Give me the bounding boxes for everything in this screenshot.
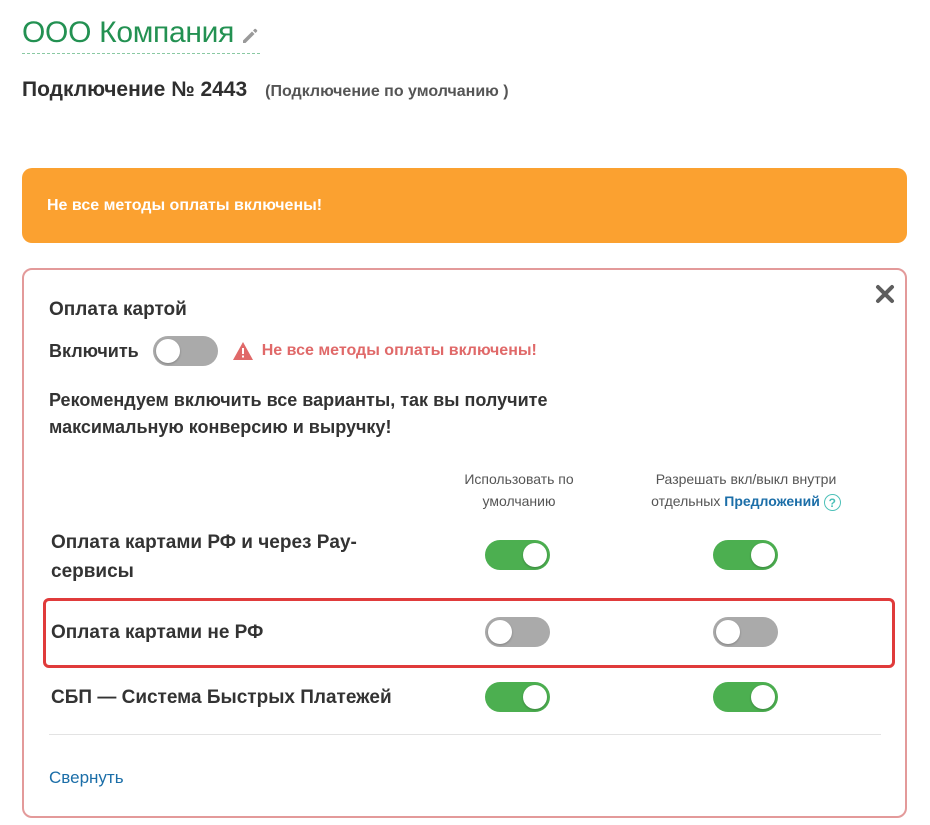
panel-title: Оплата картой — [49, 299, 187, 320]
use-default-toggle[interactable] — [485, 682, 550, 712]
collapse-link[interactable]: Свернуть — [49, 768, 124, 788]
inline-warning: Не все методы оплаты включены! — [232, 341, 537, 361]
method-label: Оплата картами РФ и через Pay-сервисы — [51, 532, 357, 582]
warning-banner-text: Не все методы оплаты включены! — [47, 196, 323, 214]
toggle-knob — [155, 339, 180, 363]
help-icon[interactable]: ? — [823, 493, 841, 511]
toggle-knob — [751, 685, 775, 709]
warning-banner: Не все методы оплаты включены! — [22, 168, 907, 243]
company-name-text: ООО Компания — [22, 16, 235, 49]
inline-warning-text: Не все методы оплаты включены! — [261, 342, 537, 359]
enable-label: Включить — [49, 340, 139, 361]
enable-row: Включить Не все методы оплаты включены! — [49, 336, 537, 366]
connection-subtitle: (Подключение по умолчанию ) — [265, 83, 509, 100]
column-header-default: Использовать по умолчанию — [464, 471, 574, 509]
toggle-knob — [523, 685, 547, 709]
allow-offer-toggle[interactable] — [713, 617, 778, 647]
divider — [49, 734, 881, 735]
toggle-knob — [488, 620, 512, 644]
offers-link[interactable]: Предложений — [724, 493, 820, 509]
use-default-toggle[interactable] — [485, 540, 550, 570]
method-label: Оплата картами не РФ — [51, 622, 264, 643]
card-payment-panel: Оплата картой Включить Не все методы опл… — [22, 268, 907, 818]
enable-card-payment-toggle[interactable] — [152, 336, 218, 366]
allow-offer-toggle[interactable] — [713, 540, 778, 570]
use-default-toggle[interactable] — [485, 617, 550, 647]
company-name[interactable]: ООО Компания — [22, 16, 261, 54]
connection-header: Подключение № 2443 (Подключение по умолч… — [22, 78, 509, 102]
pencil-icon[interactable] — [240, 26, 260, 46]
connection-title: Подключение № 2443 — [22, 78, 248, 101]
warning-triangle-icon — [232, 342, 253, 360]
payment-method-row: Оплата картами РФ и через Pay-сервисы — [24, 525, 905, 593]
close-icon[interactable] — [873, 282, 897, 306]
payment-method-row: Оплата картами не РФ — [24, 598, 905, 668]
recommendation-text: Рекомендуем включить все варианты, так в… — [49, 390, 548, 437]
method-label: СБП — Система Быстрых Платежей — [51, 687, 392, 708]
column-header-allow: Разрешать вкл/выкл внутри отдельных Пред… — [626, 468, 866, 512]
payment-method-row: СБП — Система Быстрых Платежей — [24, 678, 905, 718]
toggle-knob — [751, 543, 775, 567]
toggle-knob — [523, 543, 547, 567]
allow-offer-toggle[interactable] — [713, 682, 778, 712]
toggle-knob — [716, 620, 740, 644]
